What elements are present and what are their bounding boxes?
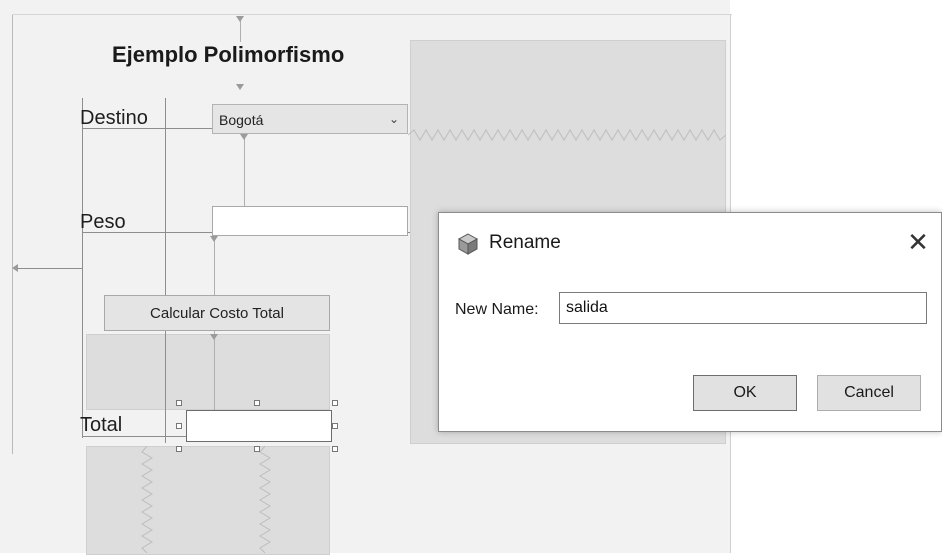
alignment-guide: [165, 98, 166, 443]
cube-icon: [457, 233, 479, 255]
resize-handle[interactable]: [332, 423, 338, 429]
destino-label[interactable]: Destino: [80, 107, 148, 130]
resize-handle[interactable]: [332, 446, 338, 452]
placeholder-panel: [86, 334, 330, 410]
anchor-marker: [210, 236, 218, 242]
canvas-border: [12, 14, 13, 454]
chevron-down-icon[interactable]: ⌄: [389, 112, 399, 126]
anchor-marker: [240, 134, 248, 140]
resize-handle[interactable]: [176, 446, 182, 452]
alignment-guide: [214, 236, 215, 296]
peso-label[interactable]: Peso: [80, 211, 126, 234]
new-name-input[interactable]: [559, 292, 927, 324]
alignment-guide: [214, 331, 215, 411]
alignment-guide: [16, 268, 82, 269]
destino-combobox[interactable]: Bogotá ⌄: [212, 104, 408, 134]
placeholder-panel: [86, 446, 330, 555]
total-label[interactable]: Total: [80, 414, 122, 437]
resize-zigzag: [141, 446, 153, 553]
anchor-marker: [236, 84, 244, 90]
alignment-guide: [82, 98, 83, 438]
resize-zigzag: [259, 446, 271, 553]
resize-handle[interactable]: [176, 423, 182, 429]
peso-input[interactable]: [212, 206, 408, 236]
total-output-field[interactable]: [186, 410, 332, 442]
resize-handle[interactable]: [176, 400, 182, 406]
ok-button[interactable]: OK: [693, 375, 797, 411]
close-icon[interactable]: ✕: [905, 227, 931, 257]
resize-handle[interactable]: [254, 400, 260, 406]
resize-handle[interactable]: [254, 446, 260, 452]
anchor-marker: [236, 16, 244, 22]
rename-dialog: Rename ✕ New Name: OK Cancel: [438, 212, 942, 432]
dialog-title: Rename: [489, 232, 561, 253]
form-title[interactable]: Ejemplo Polimorfismo: [112, 42, 344, 68]
new-name-label: New Name:: [455, 301, 539, 318]
alignment-guide: [244, 134, 245, 206]
cancel-button[interactable]: Cancel: [817, 375, 921, 411]
canvas-border: [12, 14, 732, 15]
combo-selected-value: Bogotá: [219, 112, 264, 128]
resize-zigzag: [408, 129, 726, 141]
calcular-costo-total-button[interactable]: Calcular Costo Total: [104, 295, 330, 331]
resize-handle[interactable]: [332, 400, 338, 406]
